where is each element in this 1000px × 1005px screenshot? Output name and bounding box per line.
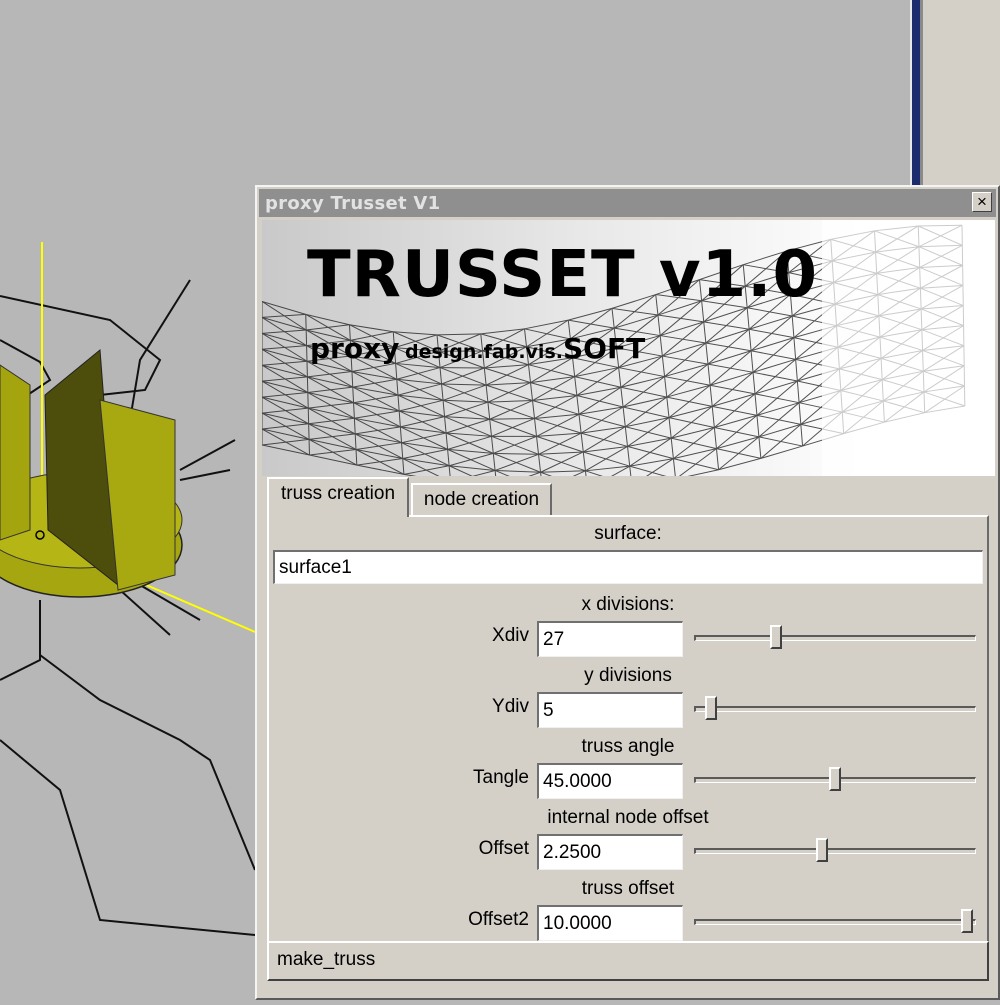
window-title: proxy Trusset V1 [265, 193, 441, 214]
tab-node-creation[interactable]: node creation [411, 483, 552, 517]
banner-image: TRUSSET v1.0 proxy design.fab.vis.SOFT [262, 220, 995, 476]
xdiv-slider-thumb[interactable] [770, 625, 782, 649]
y-divisions-heading: y divisions [269, 665, 987, 687]
background-panel [920, 0, 1000, 185]
banner-sub-proxy: proxy [310, 332, 399, 365]
xdiv-slider[interactable] [694, 623, 976, 653]
offset-field[interactable] [537, 834, 683, 870]
ydiv-field[interactable] [537, 692, 683, 728]
xdiv-field[interactable] [537, 621, 683, 657]
tangle-field[interactable] [537, 763, 683, 799]
fin-left [0, 365, 30, 540]
tangle-label: Tangle [269, 767, 529, 789]
truss-creation-panel: surface: x divisions: Xdiv y divisions Y… [267, 515, 989, 959]
internal-node-offset-heading: internal node offset [269, 807, 987, 829]
banner-sub-design: design.fab.vis. [405, 341, 563, 363]
surface-field[interactable] [273, 550, 983, 584]
truss-angle-heading: truss angle [269, 736, 987, 758]
offset2-field[interactable] [537, 905, 683, 941]
x-divisions-heading: x divisions: [269, 594, 987, 616]
close-button[interactable]: × [972, 192, 992, 212]
offset2-slider[interactable] [694, 907, 976, 937]
offset-label: Offset [269, 838, 529, 860]
ydiv-slider[interactable] [694, 694, 976, 724]
tangle-slider-thumb[interactable] [829, 767, 841, 791]
truss-offset-heading: truss offset [269, 878, 987, 900]
ydiv-slider-thumb[interactable] [705, 696, 717, 720]
trusset-window: proxy Trusset V1 × TRUSSET v1.0 proxy de… [255, 185, 1000, 1000]
offset2-slider-thumb[interactable] [961, 909, 973, 933]
offset-slider[interactable] [694, 836, 976, 866]
make-truss-button[interactable]: make_truss [267, 941, 989, 981]
offset2-label: Offset2 [269, 909, 529, 931]
xdiv-label: Xdiv [269, 625, 529, 647]
banner-subtitle: proxy design.fab.vis.SOFT [310, 332, 645, 365]
surface-heading: surface: [269, 523, 987, 545]
tangle-slider[interactable] [694, 765, 976, 795]
mesh-fade [822, 220, 995, 476]
background-window-edge [910, 0, 920, 185]
ydiv-label: Ydiv [269, 696, 529, 718]
wireframe-lines [0, 280, 255, 935]
tab-truss-creation[interactable]: truss creation [267, 477, 409, 517]
title-bar[interactable]: proxy Trusset V1 × [259, 189, 996, 217]
banner-title: TRUSSET v1.0 [307, 238, 818, 312]
offset-slider-thumb[interactable] [816, 838, 828, 862]
banner-sub-soft: SOFT [563, 332, 645, 365]
